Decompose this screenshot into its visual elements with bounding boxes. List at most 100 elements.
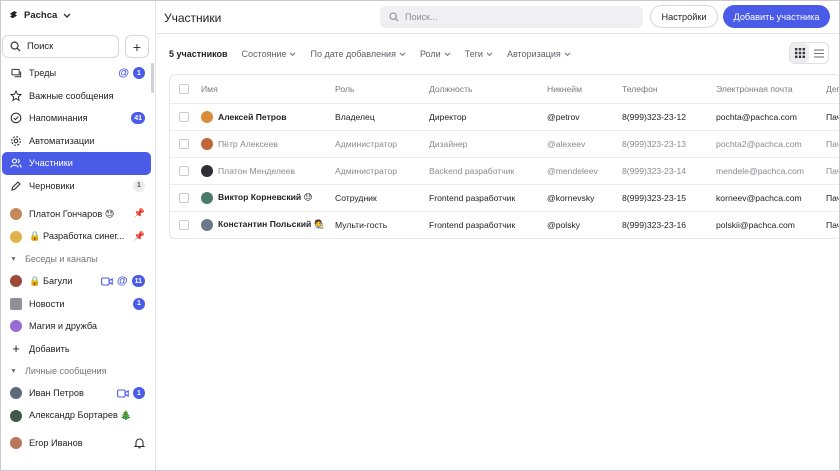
sidebar-channel[interactable]: Новости 1	[2, 293, 151, 316]
row-checkbox[interactable]	[179, 165, 189, 176]
member-department: Пач	[826, 165, 840, 176]
section-channels-toggle[interactable]: ▼ Беседы и каналы	[1, 248, 151, 270]
sidebar-direct-message[interactable]: Александр Бортарев 🎄	[2, 405, 151, 428]
member-nickname: @alexeev	[547, 138, 586, 149]
sidebar-channel[interactable]: 🔒 Багули @ 11	[2, 270, 151, 293]
column-header-nickname[interactable]: Никнейм	[547, 75, 622, 103]
main-panel: Участники Поиск... Настройки Добавить уч…	[156, 1, 840, 470]
chat-label: Новости	[29, 298, 65, 309]
filter-roles[interactable]: Роли	[420, 49, 451, 59]
member-name[interactable]: Константин Польский 🧑‍🎨	[218, 219, 324, 230]
member-position: Дизайнер	[429, 138, 468, 149]
mention-icon: @	[118, 67, 129, 79]
sidebar-item-important[interactable]: Важные сообщения	[2, 85, 151, 108]
sidebar-item-reminders[interactable]: Напоминания 41	[2, 107, 151, 130]
chevron-down-icon	[564, 51, 571, 56]
column-header-position[interactable]: Должность	[429, 75, 547, 103]
member-position: Backend разработчик	[429, 165, 515, 176]
column-header-name[interactable]: Имя	[190, 75, 335, 103]
sidebar-search[interactable]: Поиск	[2, 35, 119, 58]
threads-icon	[10, 67, 22, 79]
row-checkbox[interactable]	[179, 111, 189, 122]
video-icon	[100, 276, 113, 286]
section-title: Беседы и каналы	[24, 254, 98, 264]
current-user[interactable]: Егор Иванов	[2, 432, 151, 455]
section-personal-toggle[interactable]: ▼ Личные сообщения	[1, 360, 151, 382]
avatar	[10, 437, 22, 450]
member-email: mendele@pachca.com	[716, 165, 805, 176]
sidebar-pinned-chat[interactable]: 🔒 Разработка синег... 📌	[2, 226, 151, 249]
grid-view-button[interactable]	[790, 43, 809, 63]
table-row[interactable]: Константин Польский 🧑‍🎨 Мульти-гость Front…	[170, 211, 839, 238]
chat-label: Александр Бортарев 🎄	[29, 410, 132, 421]
filter-label: Роли	[419, 49, 441, 59]
sidebar-item-members[interactable]: Участники	[2, 152, 151, 175]
member-name[interactable]: Виктор Корневский 😓	[218, 192, 313, 203]
member-nickname: @polsky	[547, 219, 581, 230]
row-checkbox[interactable]	[179, 220, 189, 231]
column-header-phone[interactable]: Телефон	[622, 75, 716, 103]
member-nickname: @petrov	[547, 111, 580, 122]
avatar	[10, 230, 22, 243]
settings-button[interactable]: Настройки	[650, 5, 718, 28]
column-header-department[interactable]: Деп	[826, 75, 839, 103]
workspace-switcher[interactable]: Pachca	[9, 10, 71, 21]
filter-tags[interactable]: Теги	[465, 49, 493, 59]
members-count: 5 участников	[169, 49, 228, 59]
member-phone: 8(999)323-23-14	[622, 165, 687, 176]
member-name[interactable]: Пётр Алексеев	[218, 139, 278, 149]
filter-label: По дате добавления	[310, 49, 396, 59]
sidebar-direct-message[interactable]: Иван Петров 1	[2, 382, 151, 405]
sidebar-item-label: Участники	[29, 158, 73, 169]
table-row[interactable]: Пётр Алексеев Администратор Дизайнер @alexe…	[170, 130, 839, 157]
gear-icon	[10, 135, 22, 147]
row-checkbox[interactable]	[179, 138, 189, 149]
table-row[interactable]: Алексей Петров Владелец Директор @petrov 8(9…	[170, 103, 840, 130]
member-department: Пач	[826, 111, 840, 122]
sidebar-channel[interactable]: Магия и дружба	[2, 315, 151, 338]
sidebar-item-threads[interactable]: Треды @1	[2, 62, 151, 85]
list-icon	[813, 48, 824, 58]
filter-auth[interactable]: Авторизация	[507, 49, 571, 59]
grid-icon	[794, 48, 805, 58]
pin-icon: 📌	[133, 230, 145, 241]
filter-label: Теги	[464, 49, 483, 59]
column-header-role[interactable]: Роль	[335, 75, 429, 103]
video-icon	[117, 388, 129, 398]
table-row[interactable]: Платон Менделеев Администратор Backend раз…	[170, 157, 840, 184]
filter-label: Авторизация	[506, 49, 561, 59]
filter-label: Состояние	[241, 49, 287, 59]
sidebar-item-drafts[interactable]: Черновики 1	[2, 175, 151, 198]
avatar	[10, 208, 22, 221]
sidebar-item-automations[interactable]: Автоматизации	[2, 130, 151, 153]
member-phone: 8(999)323-23-16	[622, 219, 687, 230]
table-row[interactable]: Виктор Корневский 😓 Сотрудник Frontend раз…	[170, 184, 839, 211]
select-all-checkbox[interactable]	[179, 84, 189, 95]
chevron-down-icon	[290, 51, 296, 56]
member-name[interactable]: Платон Менделеев	[218, 166, 295, 176]
avatar	[201, 137, 213, 150]
filter-state[interactable]: Состояние	[242, 49, 297, 59]
row-checkbox[interactable]	[179, 192, 189, 203]
members-search-input[interactable]: Поиск...	[380, 6, 643, 28]
bell-icon[interactable]	[134, 437, 145, 449]
chevron-down-icon	[399, 51, 406, 56]
star-icon	[10, 89, 22, 102]
sidebar-pinned-chat[interactable]: Платон Гончаров 😓 📌	[2, 203, 151, 226]
unread-badge: 41	[131, 112, 145, 124]
chat-label: 🔒 Разработка синег...	[29, 231, 125, 242]
filter-sort-date[interactable]: По дате добавления	[310, 49, 406, 59]
column-header-email[interactable]: Электронная почта	[716, 75, 826, 103]
chevron-down-icon	[63, 13, 71, 18]
avatar	[10, 275, 22, 288]
member-position: Директор	[429, 111, 467, 122]
new-chat-button[interactable]: +	[125, 35, 149, 58]
member-name[interactable]: Алексей Петров	[218, 112, 287, 122]
add-channel-button[interactable]: + Добавить	[2, 338, 151, 361]
list-view-button[interactable]	[809, 43, 828, 63]
add-member-button[interactable]: Добавить участника	[723, 5, 830, 28]
member-email: polskii@pachca.com	[716, 219, 795, 230]
chat-label: Иван Петров	[29, 388, 84, 399]
sidebar-scrollbar[interactable]	[151, 63, 154, 93]
chat-label: 🔒 Багули	[29, 275, 73, 286]
